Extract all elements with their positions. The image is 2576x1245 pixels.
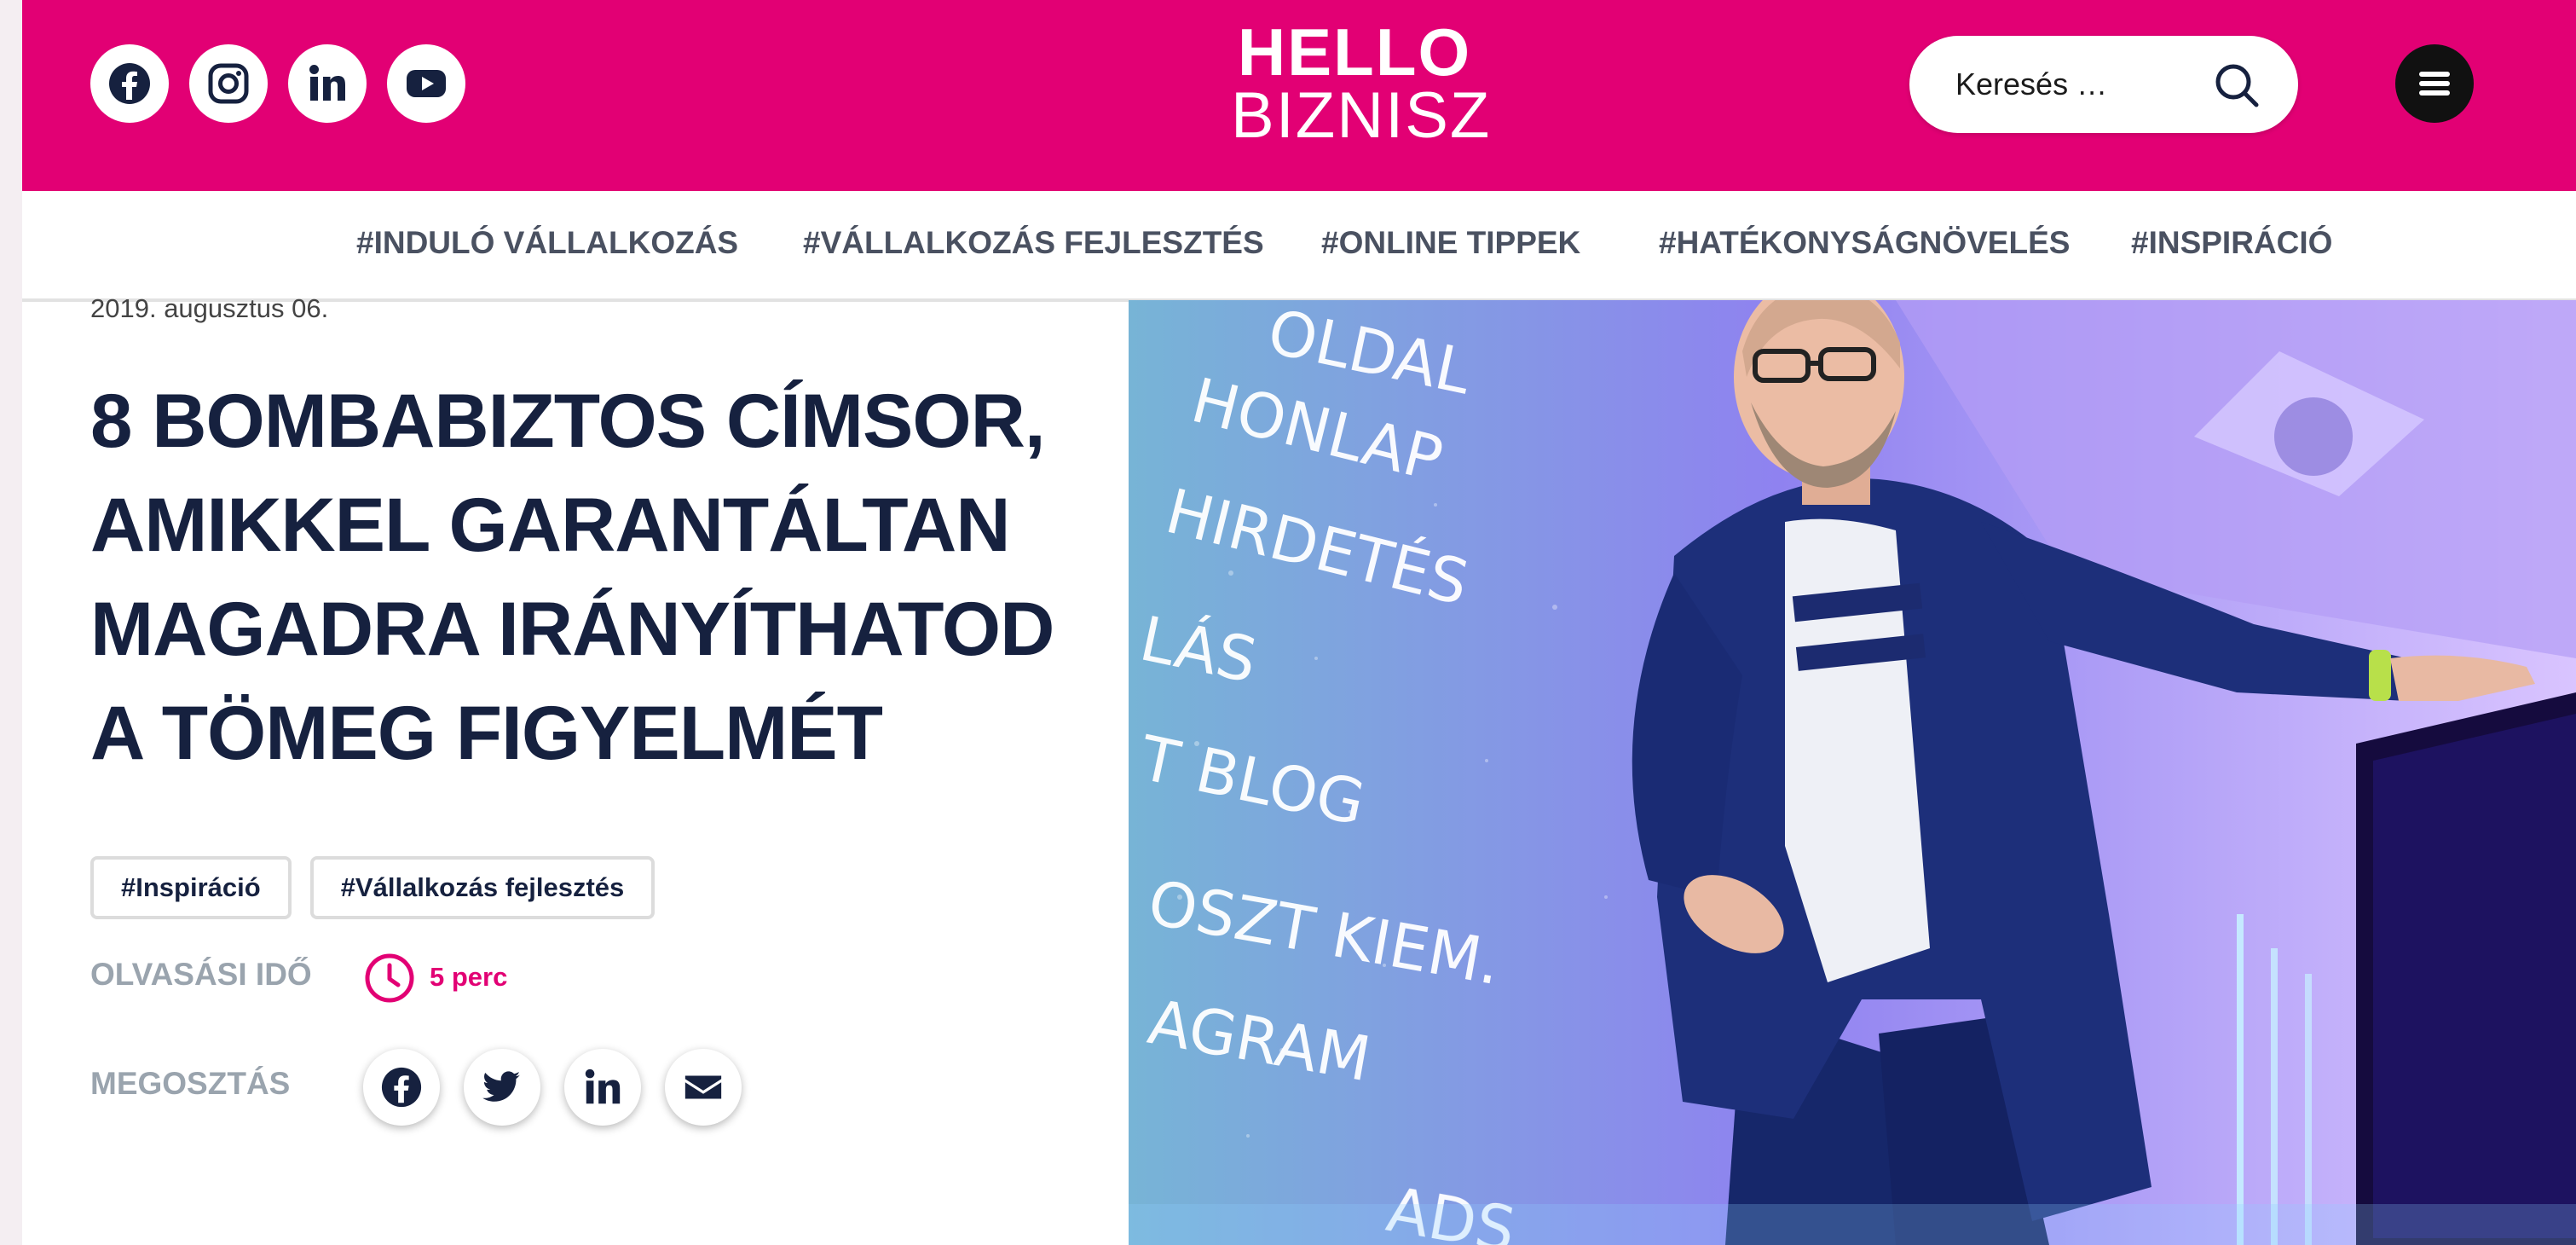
- category-nav: #INDULÓ VÁLLALKOZÁS #VÁLLALKOZÁS FEJLESZ…: [22, 191, 2576, 302]
- logo-line-2: BIZNISZ: [1231, 79, 1492, 152]
- article-tags: #Inspiráció #Vállalkozás fejlesztés: [90, 856, 656, 919]
- share-linkedin-button[interactable]: [564, 1049, 641, 1126]
- share-twitter-button[interactable]: [464, 1049, 540, 1126]
- tag-inspiracio[interactable]: #Inspiráció: [90, 856, 292, 919]
- linkedin-icon: [585, 1068, 621, 1104]
- title-line: A TÖMEG FIGYELMÉT: [90, 690, 883, 775]
- nav-item-indulo-vallalkozas[interactable]: #INDULÓ VÁLLALKOZÁS: [356, 225, 738, 261]
- linkedin-link[interactable]: [288, 44, 367, 123]
- page-left-edge: [0, 0, 22, 1245]
- share-label: MEGOSZTÁS: [90, 1066, 291, 1101]
- nav-item-inspiracio[interactable]: #INSPIRÁCIÓ: [2131, 225, 2332, 261]
- site-logo[interactable]: HELLO BIZNISZ: [1231, 14, 1492, 152]
- share-facebook-button[interactable]: [363, 1049, 440, 1126]
- email-icon: [684, 1075, 722, 1099]
- youtube-icon: [407, 70, 446, 97]
- search-icon[interactable]: [2213, 61, 2261, 109]
- facebook-icon: [109, 63, 150, 104]
- tag-vallalkozas-fejlesztes[interactable]: #Vállalkozás fejlesztés: [309, 856, 656, 919]
- hamburger-icon: [2419, 72, 2450, 96]
- menu-button[interactable]: [2395, 44, 2474, 123]
- instagram-icon: [208, 63, 249, 104]
- instagram-link[interactable]: [189, 44, 268, 123]
- facebook-icon: [381, 1067, 422, 1108]
- facebook-link[interactable]: [90, 44, 169, 123]
- search-input[interactable]: [1954, 58, 2213, 111]
- twitter-icon: [482, 1071, 521, 1102]
- nav-item-online-tippek[interactable]: #ONLINE TIPPEK: [1321, 225, 1580, 261]
- nav-item-vallalkozas-fejlesztes[interactable]: #VÁLLALKOZÁS FEJLESZTÉS: [803, 225, 1264, 261]
- site-header: HELLO BIZNISZ: [22, 0, 2576, 191]
- article-title: 8 BOMBABIZTOS CÍMSOR, AMIKKEL GARANTÁLTA…: [90, 368, 1113, 785]
- title-line: AMIKKEL GARANTÁLTAN: [90, 482, 1011, 567]
- reading-time-label: OLVASÁSI IDŐ: [90, 957, 312, 992]
- youtube-link[interactable]: [387, 44, 465, 123]
- social-links: [90, 44, 465, 123]
- nav-item-hatekonysagnoveles[interactable]: #HATÉKONYSÁGNÖVELÉS: [1659, 225, 2070, 261]
- clock-icon: [365, 953, 414, 1003]
- reading-time-value: 5 perc: [430, 962, 508, 992]
- article-date: 2019. augusztus 06.: [90, 293, 329, 323]
- logo-line-1: HELLO: [1237, 14, 1472, 90]
- hero-image: OLDAL HONLAP HIRDETÉS LÁS T BLOG OSZT KI…: [1129, 300, 2576, 1245]
- title-line: MAGADRA IRÁNYÍTHATOD: [90, 586, 1054, 671]
- linkedin-icon: [309, 65, 345, 101]
- title-line: 8 BOMBABIZTOS CÍMSOR,: [90, 378, 1046, 463]
- share-buttons: [363, 1049, 742, 1126]
- hero-photo-illustration: OLDAL HONLAP HIRDETÉS LÁS T BLOG OSZT KI…: [1129, 300, 2576, 1245]
- share-email-button[interactable]: [665, 1049, 742, 1126]
- search-box: [1909, 36, 2298, 133]
